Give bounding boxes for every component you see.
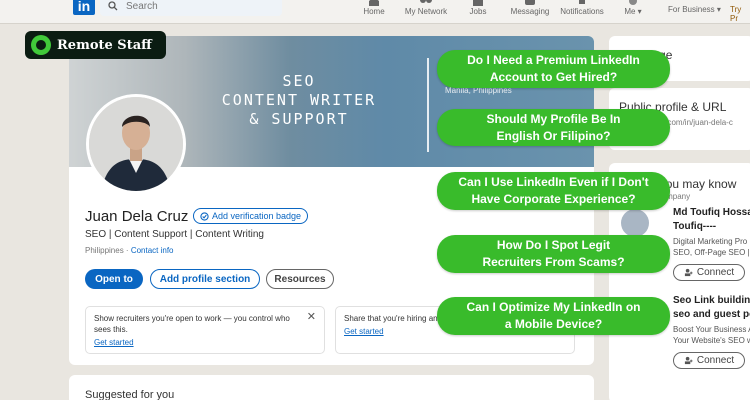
- location-text: Philippines: [85, 246, 124, 255]
- search-input[interactable]: Search: [100, 0, 282, 16]
- add-person-icon: [684, 356, 693, 365]
- profile-avatar[interactable]: [86, 94, 186, 194]
- connect-button[interactable]: Connect: [673, 352, 745, 369]
- nav-notifications[interactable]: Notifications: [555, 0, 609, 16]
- avatar[interactable]: [621, 209, 649, 237]
- profile-name: Juan Dela Cruz: [85, 208, 189, 225]
- remote-staff-logo-icon: [31, 35, 51, 55]
- add-person-icon: [684, 268, 693, 277]
- close-icon[interactable]: ✕: [307, 312, 316, 323]
- nav-messaging-label: Messaging: [510, 7, 550, 16]
- person-headline: Boost Your Business A: [673, 325, 750, 334]
- person-name[interactable]: Md Toufiq Hossain: [673, 207, 750, 218]
- top-nav: in Search Home My Network Jobs Messaging…: [0, 0, 750, 24]
- banner-title: SEO CONTENT WRITER & SUPPORT: [189, 72, 409, 129]
- banner-divider: [427, 58, 429, 152]
- remote-staff-logo: Remote Staff: [25, 31, 166, 59]
- add-profile-section-button[interactable]: Add profile section: [150, 269, 260, 289]
- person-headline: Digital Marketing Pro: [673, 237, 748, 246]
- banner-line-3: & SUPPORT: [249, 110, 349, 128]
- open-to-button[interactable]: Open to: [85, 269, 143, 289]
- profile-headline: SEO | Content Support | Content Writing: [85, 229, 264, 240]
- banner-line-2: CONTENT WRITER: [221, 91, 377, 109]
- message-icon: [525, 0, 535, 5]
- briefcase-icon: [473, 0, 483, 6]
- contact-info-link[interactable]: Contact info: [131, 246, 174, 255]
- suggested-title: Suggested for you: [85, 389, 175, 400]
- home-icon: [369, 0, 379, 6]
- person-headline-2: SEO, Off-Page SEO | B: [673, 248, 750, 257]
- person-portrait-icon: [89, 97, 183, 191]
- resources-button[interactable]: Resources: [266, 269, 334, 289]
- shield-check-icon: [200, 211, 209, 221]
- nav-for-business[interactable]: For Business ▾: [668, 5, 721, 14]
- nav-home[interactable]: Home: [347, 0, 401, 16]
- nav-me[interactable]: Me ▾: [606, 0, 660, 16]
- nav-my-network-label: My Network: [404, 7, 448, 16]
- open-to-work-box: Show recruiters you're open to work — yo…: [85, 306, 325, 354]
- nav-jobs-label: Jobs: [469, 7, 487, 16]
- connect-label: Connect: [696, 267, 735, 278]
- faq-pill-premium: Do I Need a Premium LinkedIn Account to …: [437, 50, 670, 88]
- connect-label: Connect: [696, 355, 735, 366]
- faq-pill-experience: Can I Use LinkedIn Even if I Don't Have …: [437, 172, 670, 210]
- search-icon: [108, 1, 118, 11]
- person-name-2: Toufiq----: [673, 221, 717, 232]
- me-avatar-icon: [629, 0, 637, 5]
- nav-try-premium[interactable]: Try Pr: [730, 5, 750, 23]
- nav-business-label: For Business: [668, 5, 715, 14]
- suggested-card: Suggested for you: [69, 375, 594, 400]
- nav-messaging[interactable]: Messaging: [503, 0, 557, 16]
- bell-icon: [579, 0, 585, 4]
- faq-pill-recruiters: How Do I Spot Legit Recruiters From Scam…: [437, 235, 670, 273]
- nav-me-label: Me: [624, 7, 636, 16]
- person-headline-2: Your Website's SEO wi: [673, 336, 750, 345]
- banner-line-1: SEO: [282, 72, 316, 90]
- person-name[interactable]: Seo Link building c: [673, 295, 750, 306]
- linkedin-logo[interactable]: in: [73, 0, 95, 15]
- nav-home-label: Home: [363, 7, 385, 16]
- open-to-work-text: Show recruiters you're open to work — yo…: [94, 314, 290, 334]
- nav-jobs[interactable]: Jobs: [451, 0, 505, 16]
- person-name-2: seo and guest post: [673, 309, 750, 320]
- avatar-photo: [89, 97, 183, 191]
- connect-button[interactable]: Connect: [673, 264, 745, 281]
- nav-notifications-label: Notifications: [560, 7, 604, 16]
- verification-badge-button[interactable]: Add verification badge: [193, 208, 309, 224]
- faq-pill-mobile: Can I Optimize My LinkedIn on a Mobile D…: [437, 297, 670, 335]
- profile-location: Philippines · Contact info: [85, 246, 174, 255]
- verification-badge-label: Add verification badge: [212, 211, 302, 221]
- search-placeholder: Search: [126, 0, 158, 12]
- network-icon: [420, 0, 432, 3]
- faq-pill-language: Should My Profile Be In English Or Filip…: [437, 109, 670, 146]
- open-to-work-get-started-link[interactable]: Get started: [94, 337, 316, 348]
- nav-my-network[interactable]: My Network: [399, 0, 453, 16]
- brand-name: Remote Staff: [57, 37, 152, 53]
